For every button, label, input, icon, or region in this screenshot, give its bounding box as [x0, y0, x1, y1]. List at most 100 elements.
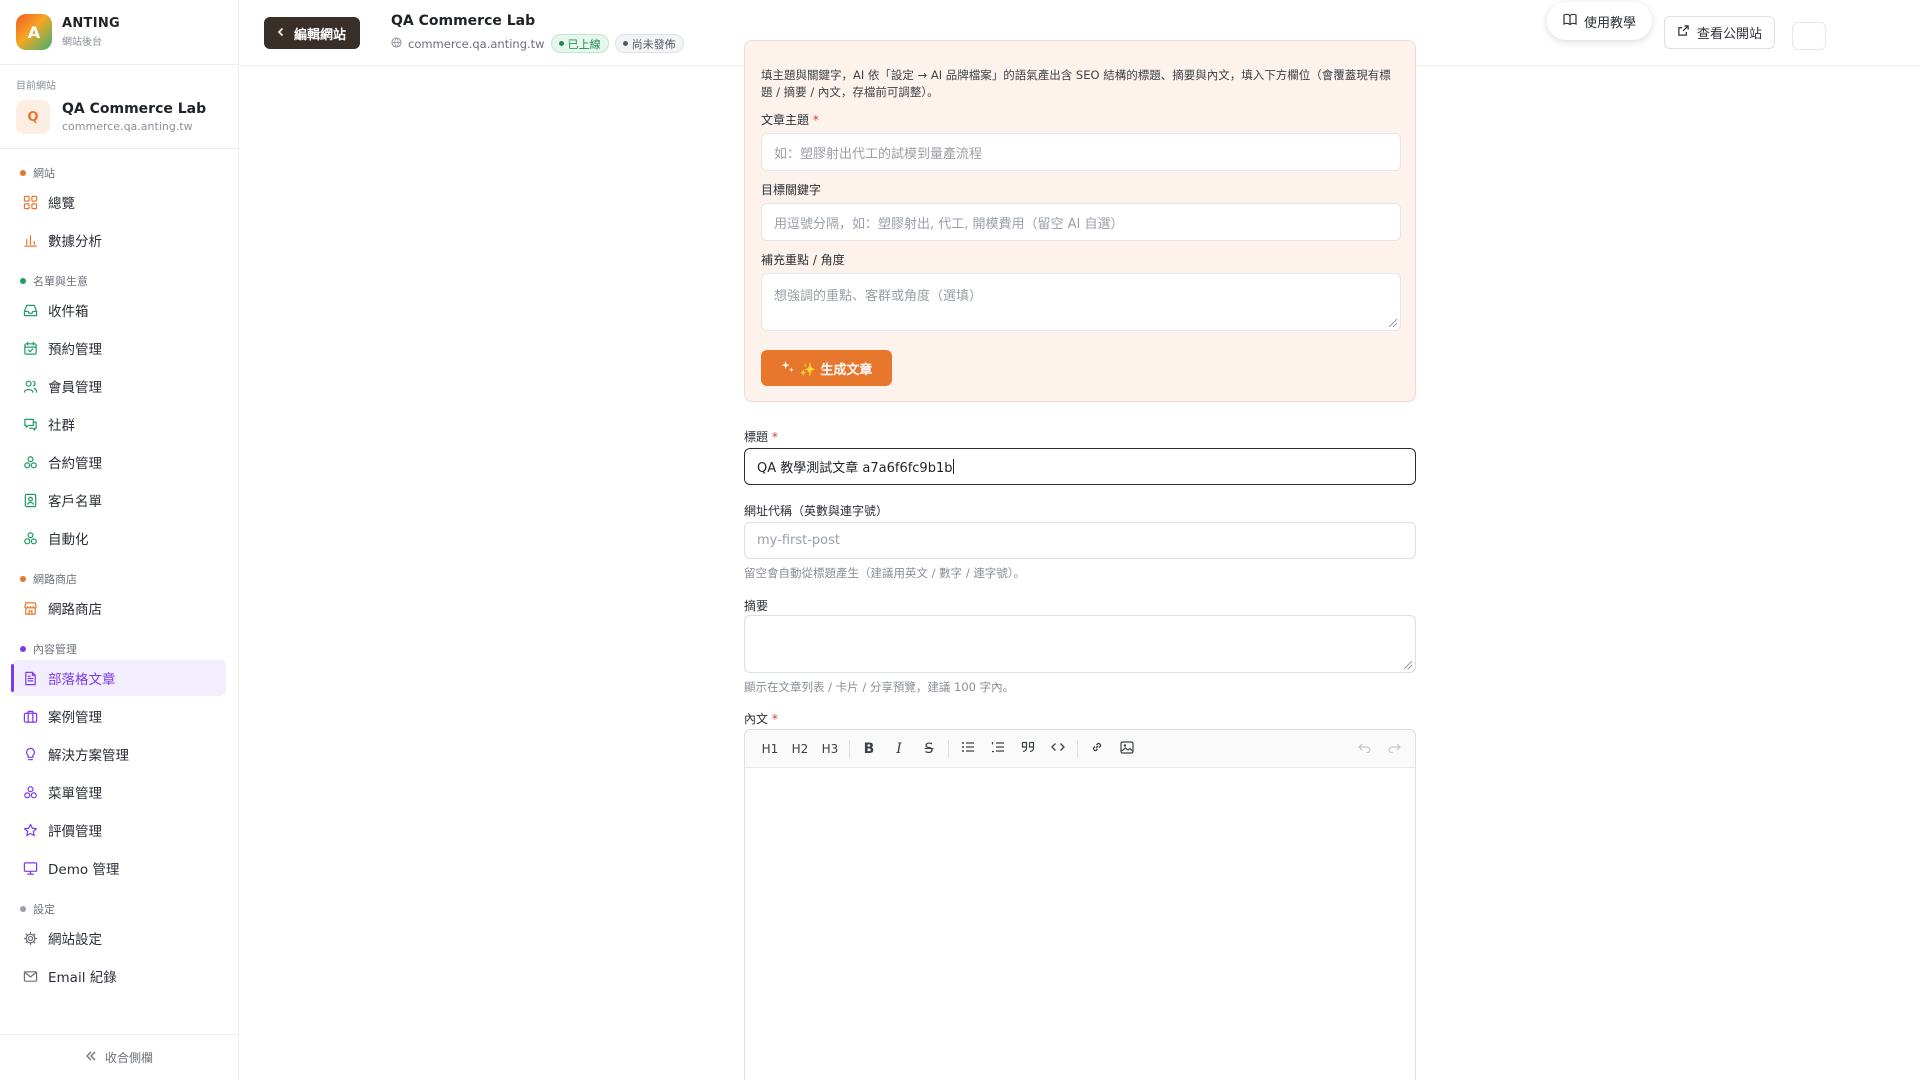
- nav-group-title: 名單與生意: [0, 272, 238, 290]
- sidebar-item[interactable]: 解決方案管理: [12, 736, 226, 772]
- star-icon: [22, 822, 38, 838]
- store-icon: [22, 600, 38, 616]
- nav-group: 網路商店 網路商店: [0, 570, 238, 626]
- resize-handle[interactable]: [1404, 661, 1412, 669]
- header-extra-button[interactable]: [1792, 22, 1826, 50]
- ordered-list-button[interactable]: [983, 735, 1013, 763]
- angle-textarea[interactable]: 想強調的重點、客群或角度（選填）: [761, 273, 1401, 331]
- title-label: 標題 *: [744, 428, 778, 445]
- slug-input[interactable]: my-first-post: [744, 522, 1416, 559]
- undo-icon: [1357, 742, 1371, 756]
- users-icon: [22, 378, 38, 394]
- sidebar: A ANTING 網站後台 目前網站 Q QA Commerce Lab com…: [0, 0, 239, 1080]
- topic-label: 文章主題 *: [761, 111, 819, 128]
- heading-2-button[interactable]: H2: [785, 735, 815, 763]
- required-mark: *: [812, 113, 819, 127]
- sidebar-item[interactable]: 網站設定: [12, 920, 226, 956]
- collapse-sidebar-button[interactable]: 收合側欄: [0, 1034, 238, 1080]
- back-to-edit-site-button[interactable]: 編輯網站: [264, 17, 361, 49]
- sidebar-item[interactable]: 案例管理: [12, 698, 226, 734]
- link-button[interactable]: [1082, 735, 1112, 763]
- image-button[interactable]: [1112, 735, 1142, 763]
- sidebar-item[interactable]: 收件箱: [12, 292, 226, 328]
- title-label-text: 標題: [744, 430, 769, 444]
- site-avatar: Q: [16, 100, 50, 134]
- redo-icon: [1387, 742, 1401, 756]
- resize-handle[interactable]: [1389, 319, 1397, 327]
- header-site-info: QA Commerce Lab commerce.qa.anting.tw 已上…: [391, 13, 684, 53]
- topic-label-text: 文章主題: [761, 113, 810, 127]
- heading-1-button[interactable]: H1: [755, 735, 785, 763]
- keywords-input[interactable]: 用逗號分隔，如：塑膠射出, 代工, 開模費用（留空 AI 自選）: [761, 203, 1401, 241]
- globe-icon: [391, 36, 402, 51]
- link-icon: [1090, 740, 1104, 757]
- bullet-list-button[interactable]: [953, 735, 983, 763]
- topic-input[interactable]: 如：塑膠射出代工的試模到量產流程: [761, 133, 1401, 171]
- title-input[interactable]: QA 教學測試文章 a7a6f6fc9b1b: [744, 448, 1416, 485]
- nav-group-title: 網站: [0, 164, 238, 182]
- sidebar-item[interactable]: Email 紀錄: [12, 958, 226, 994]
- quote-button[interactable]: [1013, 735, 1043, 763]
- calendar-icon: [22, 340, 38, 356]
- italic-button[interactable]: I: [884, 735, 914, 763]
- excerpt-textarea[interactable]: [744, 615, 1416, 673]
- code-button[interactable]: [1043, 735, 1073, 763]
- sidebar-item[interactable]: 客戶名單: [12, 482, 226, 518]
- editor-toolbar: H1 H2 H3 B I S: [745, 730, 1415, 768]
- group-dot-icon: [20, 278, 26, 284]
- chevrons-left-icon: [85, 1050, 97, 1065]
- contact-icon: [22, 492, 38, 508]
- image-icon: [1120, 740, 1134, 757]
- sidebar-item[interactable]: 數據分析: [12, 222, 226, 258]
- sidebar-item[interactable]: 社群: [12, 406, 226, 442]
- sidebar-item[interactable]: Demo 管理: [12, 850, 226, 886]
- current-site[interactable]: 目前網站 Q QA Commerce Lab commerce.qa.antin…: [0, 65, 238, 149]
- sidebar-item[interactable]: 菜單管理: [12, 774, 226, 810]
- generate-article-button[interactable]: ✨ 生成文章: [761, 350, 892, 386]
- sidebar-item[interactable]: 合約管理: [12, 444, 226, 480]
- sidebar-item-label: 客戶名單: [48, 494, 102, 510]
- sidebar-item-label: 評價管理: [48, 824, 102, 840]
- brand-logo: A: [16, 14, 52, 50]
- sidebar-item-label: Demo 管理: [48, 862, 120, 878]
- generate-article-label: ✨ 生成文章: [799, 362, 873, 378]
- grid-icon: [22, 194, 38, 210]
- badge-unpublished-label: 尚未發佈: [631, 37, 676, 51]
- sidebar-item[interactable]: 會員管理: [12, 368, 226, 404]
- nav-group-title-text: 網站: [33, 167, 55, 180]
- sidebar-item-label: 總覽: [48, 196, 75, 212]
- body-label-text: 內文: [744, 712, 769, 726]
- sidebar-item[interactable]: 網路商店: [12, 590, 226, 626]
- view-public-site-button[interactable]: 查看公開站: [1664, 16, 1776, 49]
- sparkles-icon: [781, 360, 794, 377]
- sidebar-item[interactable]: 評價管理: [12, 812, 226, 848]
- angle-placeholder: 想強調的重點、客群或角度（選填）: [774, 289, 983, 304]
- redo-button[interactable]: [1379, 735, 1409, 763]
- mail-icon: [22, 968, 38, 984]
- chat-icon: [22, 416, 38, 432]
- sidebar-item-label: 社群: [48, 418, 75, 434]
- badge-online-label: 已上線: [567, 37, 601, 51]
- undo-button[interactable]: [1349, 735, 1379, 763]
- gear-icon: [22, 930, 38, 946]
- bold-button[interactable]: B: [854, 735, 884, 763]
- editor-content-area[interactable]: [745, 768, 1415, 1080]
- rich-text-editor: H1 H2 H3 B I S: [744, 729, 1416, 1080]
- nav-group-title-text: 內容管理: [33, 643, 77, 656]
- current-site-name: QA Commerce Lab: [62, 101, 207, 117]
- help-tutorial-button[interactable]: 使用教學: [1547, 2, 1653, 40]
- sidebar-item[interactable]: 預約管理: [12, 330, 226, 366]
- nav-group: 內容管理部落格文章 案例管理 解決方案管理 菜單管理評價管理 Demo 管理: [0, 640, 238, 886]
- ai-generator-description: 填主題與關鍵字，AI 依「設定 → AI 品牌檔案」的語氣產出含 SEO 結構的…: [761, 68, 1391, 99]
- slug-hint: 留空會自動從標題產生（建議用英文 / 數字 / 連字號）。: [744, 566, 1026, 580]
- group-dot-icon: [20, 646, 26, 652]
- sidebar-item[interactable]: 總覽: [12, 184, 226, 220]
- sidebar-item-label: 預約管理: [48, 342, 102, 358]
- heading-3-button[interactable]: H3: [815, 735, 845, 763]
- strikethrough-button[interactable]: S: [914, 735, 944, 763]
- cluster-icon: [22, 454, 38, 470]
- sidebar-item-label: 收件箱: [48, 304, 89, 320]
- sidebar-item[interactable]: 自動化: [12, 520, 226, 556]
- brand: A ANTING 網站後台: [0, 0, 238, 65]
- sidebar-item[interactable]: 部落格文章: [11, 660, 226, 696]
